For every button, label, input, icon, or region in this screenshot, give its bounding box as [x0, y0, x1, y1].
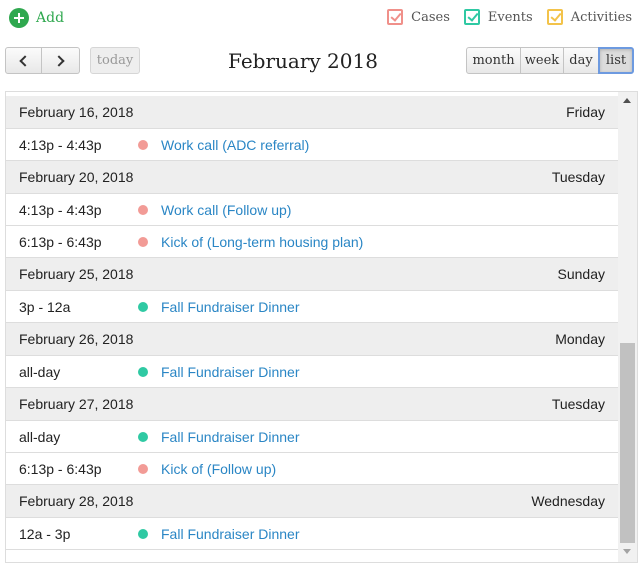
view-list-button[interactable]: list — [598, 47, 634, 74]
event-row[interactable]: 4:13p - 4:43p Work call (Follow up) — [6, 194, 618, 226]
day-header: February 27, 2018 Tuesday — [6, 388, 618, 421]
day-date: February 26, 2018 — [19, 331, 134, 347]
filter-events[interactable]: Events — [463, 9, 533, 25]
day-weekday: Tuesday — [551, 396, 605, 412]
event-color-dot-icon — [138, 528, 148, 539]
event-time: all-day — [19, 363, 61, 380]
events-checkbox-icon[interactable] — [463, 9, 480, 25]
event-row[interactable]: all-day Fall Fundraiser Dinner — [6, 421, 618, 453]
event-color-dot-icon — [138, 463, 148, 474]
view-month-button[interactable]: month — [466, 47, 521, 74]
event-color-dot-icon — [138, 431, 148, 442]
event-row[interactable]: 3p - 12a Fall Fundraiser Dinner — [6, 291, 618, 323]
event-title-link[interactable]: Kick of (Follow up) — [161, 461, 276, 477]
calendar-toolbar: today February 2018 month week day list — [0, 46, 640, 76]
day-header: February 28, 2018 Wednesday — [6, 485, 618, 518]
event-time: 12a - 3p — [19, 525, 71, 542]
filter-activities[interactable]: Activities — [546, 9, 632, 25]
event-color-dot-icon — [138, 139, 148, 150]
event-time: 6:13p - 6:43p — [19, 233, 102, 250]
day-date: February 25, 2018 — [19, 266, 134, 282]
filter-label: Activities — [570, 9, 632, 25]
event-title-link[interactable]: Fall Fundraiser Dinner — [161, 299, 300, 315]
add-button[interactable]: Add — [9, 8, 64, 28]
event-title-link[interactable]: Fall Fundraiser Dinner — [161, 364, 300, 380]
view-week-button[interactable]: week — [520, 47, 564, 74]
scroll-down-arrow-icon[interactable] — [623, 549, 631, 554]
filter-label: Events — [487, 9, 533, 25]
event-row[interactable]: 6:13p - 6:43p Kick of (Long-term housing … — [6, 226, 618, 258]
event-title-link[interactable]: Fall Fundraiser Dinner — [161, 526, 300, 542]
day-date: February 27, 2018 — [19, 396, 134, 412]
add-label: Add — [36, 10, 65, 26]
day-date: February 28, 2018 — [19, 493, 134, 509]
day-header: February 16, 2018 Friday — [6, 96, 618, 129]
event-row[interactable]: 12a - 3p Fall Fundraiser Dinner — [6, 518, 618, 550]
event-color-dot-icon — [138, 236, 148, 247]
day-header: February 20, 2018 Tuesday — [6, 161, 618, 194]
event-row[interactable]: 4:13p - 4:43p Work call (ADC referral) — [6, 129, 618, 161]
event-color-dot-icon — [138, 301, 148, 312]
view-switcher: month week day list — [466, 47, 634, 74]
day-weekday: Sunday — [557, 266, 605, 282]
view-day-button[interactable]: day — [563, 47, 599, 74]
event-title-link[interactable]: Kick of (Long-term housing plan) — [161, 234, 363, 250]
cases-checkbox-icon[interactable] — [387, 9, 404, 25]
plus-circle-icon — [9, 8, 29, 28]
event-list-panel: February 16, 2018 Friday 4:13p - 4:43p Work… — [5, 91, 638, 563]
scrollbar-thumb[interactable] — [620, 343, 635, 543]
filter-cases[interactable]: Cases — [387, 9, 450, 25]
event-list: February 16, 2018 Friday 4:13p - 4:43p Work… — [6, 96, 618, 550]
calendar-filters: Cases Events Activities — [373, 9, 632, 25]
event-color-dot-icon — [138, 366, 148, 377]
day-weekday: Tuesday — [551, 169, 605, 185]
day-weekday: Monday — [555, 331, 605, 347]
event-time: 4:13p - 4:43p — [19, 201, 102, 218]
day-weekday: Wednesday — [531, 493, 605, 509]
activities-checkbox-icon[interactable] — [546, 9, 563, 25]
day-header: February 25, 2018 Sunday — [6, 258, 618, 291]
event-title-link[interactable]: Fall Fundraiser Dinner — [161, 429, 300, 445]
event-time: 3p - 12a — [19, 298, 71, 315]
event-time: all-day — [19, 428, 61, 445]
filter-label: Cases — [411, 9, 450, 25]
day-weekday: Friday — [566, 104, 605, 120]
day-header: February 26, 2018 Monday — [6, 323, 618, 356]
event-title-link[interactable]: Work call (ADC referral) — [161, 137, 309, 153]
scroll-up-arrow-icon[interactable] — [623, 98, 631, 103]
scrollbar[interactable] — [618, 92, 637, 562]
top-bar: Add Cases Events Activities — [0, 0, 640, 38]
event-color-dot-icon — [138, 204, 148, 215]
event-row[interactable]: all-day Fall Fundraiser Dinner — [6, 356, 618, 388]
event-time: 6:13p - 6:43p — [19, 460, 102, 477]
event-title-link[interactable]: Work call (Follow up) — [161, 202, 291, 218]
event-row[interactable]: 6:13p - 6:43p Kick of (Follow up) — [6, 453, 618, 485]
day-date: February 20, 2018 — [19, 169, 134, 185]
event-time: 4:13p - 4:43p — [19, 136, 102, 153]
day-date: February 16, 2018 — [19, 104, 134, 120]
